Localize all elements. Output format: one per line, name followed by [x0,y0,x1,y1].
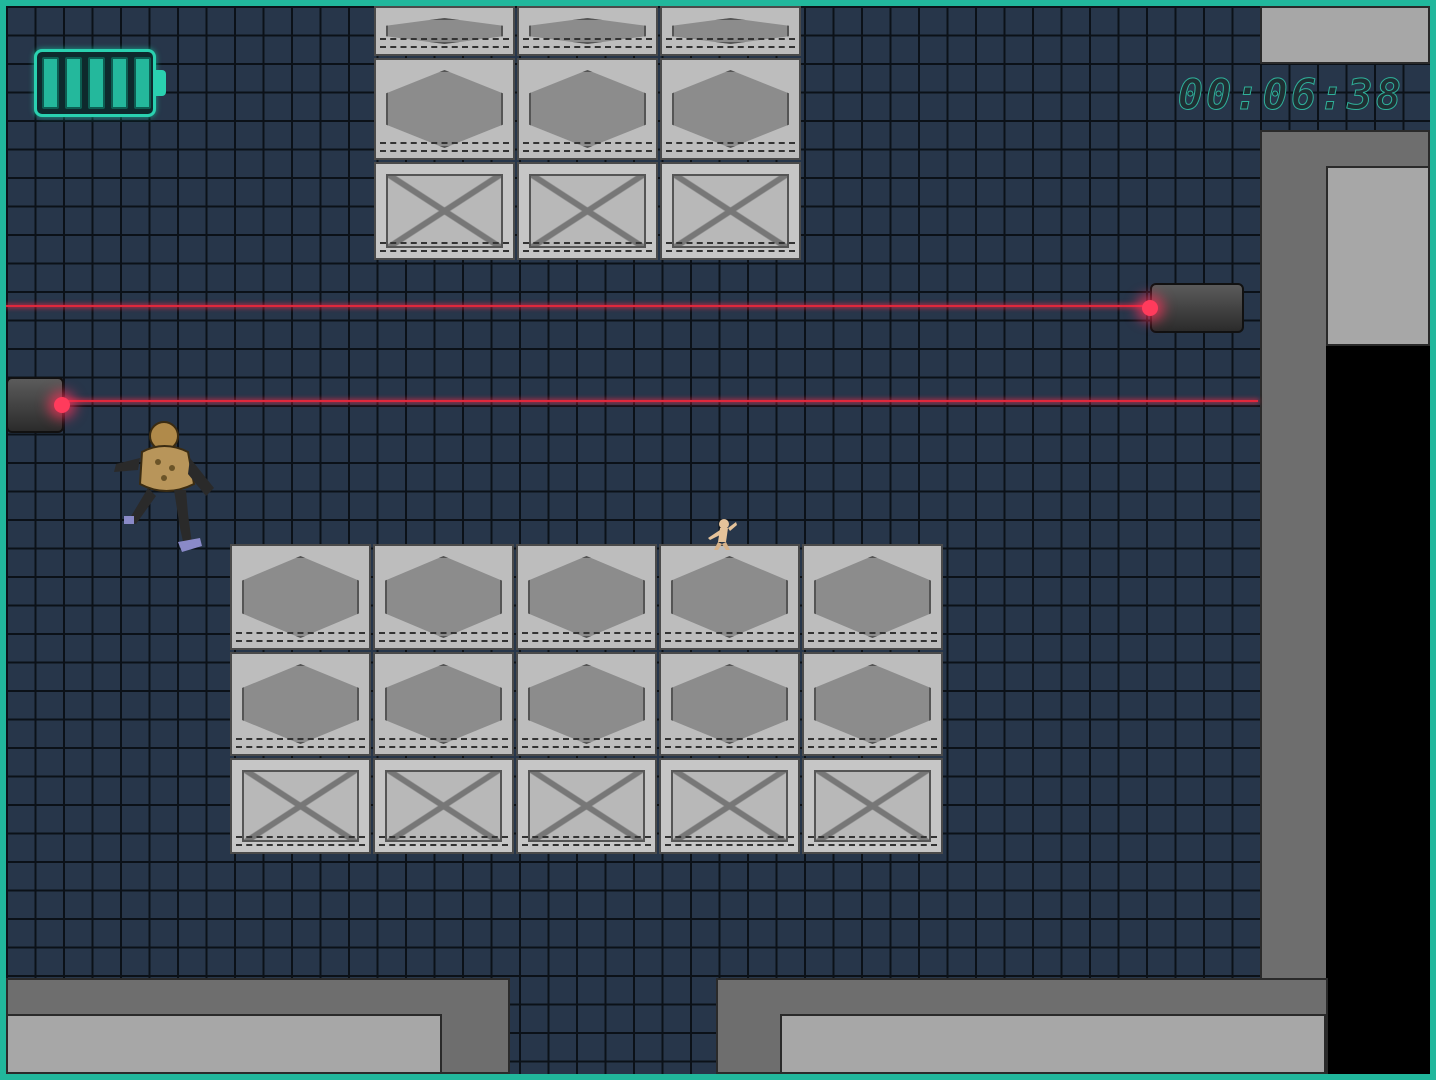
crate [230,758,371,854]
crate [374,58,515,160]
laser-emitter-icon [1142,300,1158,316]
battery-cell [134,57,151,109]
battery-terminal [156,70,166,96]
crate [373,758,514,854]
battery-cell [111,57,128,109]
battery-cell [88,57,105,109]
crate [230,652,371,756]
crate [659,544,800,650]
battery-cell [65,57,82,109]
crate [802,544,943,650]
crate [517,162,658,260]
crate [516,758,657,854]
battery-cell [42,57,59,109]
crate [516,544,657,650]
laser-turret-left [6,377,70,433]
crate [373,544,514,650]
wall-right-inner [1326,166,1430,346]
crate-stack-top [374,6,801,260]
battery-icon [42,57,151,109]
wall-bottom-left-inner [6,1014,442,1074]
player-character-icon[interactable] [700,516,740,552]
crate [373,652,514,756]
crate [374,6,515,56]
wall-top-right [1260,6,1430,64]
crate [659,758,800,854]
crate [517,6,658,56]
armored-guard-icon[interactable] [110,418,222,560]
crate [802,652,943,756]
elapsed-timer: 00:06:38 [1177,70,1404,120]
crate [516,652,657,756]
wall-bottom-right-inner [780,1014,1326,1074]
crate [802,758,943,854]
laser-beam-upper [6,305,1154,307]
laser-turret-right [1142,283,1244,333]
laser-beam-lower [60,400,1258,402]
crate [660,162,801,260]
crate-stack-bottom [230,544,943,854]
crate [660,6,801,56]
crate [230,544,371,650]
laser-emitter-icon [54,397,70,413]
crate [659,652,800,756]
crate [660,58,801,160]
game-viewport[interactable]: 00:06:38 [0,0,1436,1080]
crate [517,58,658,160]
crate [374,162,515,260]
void-area-right [1326,346,1430,1074]
